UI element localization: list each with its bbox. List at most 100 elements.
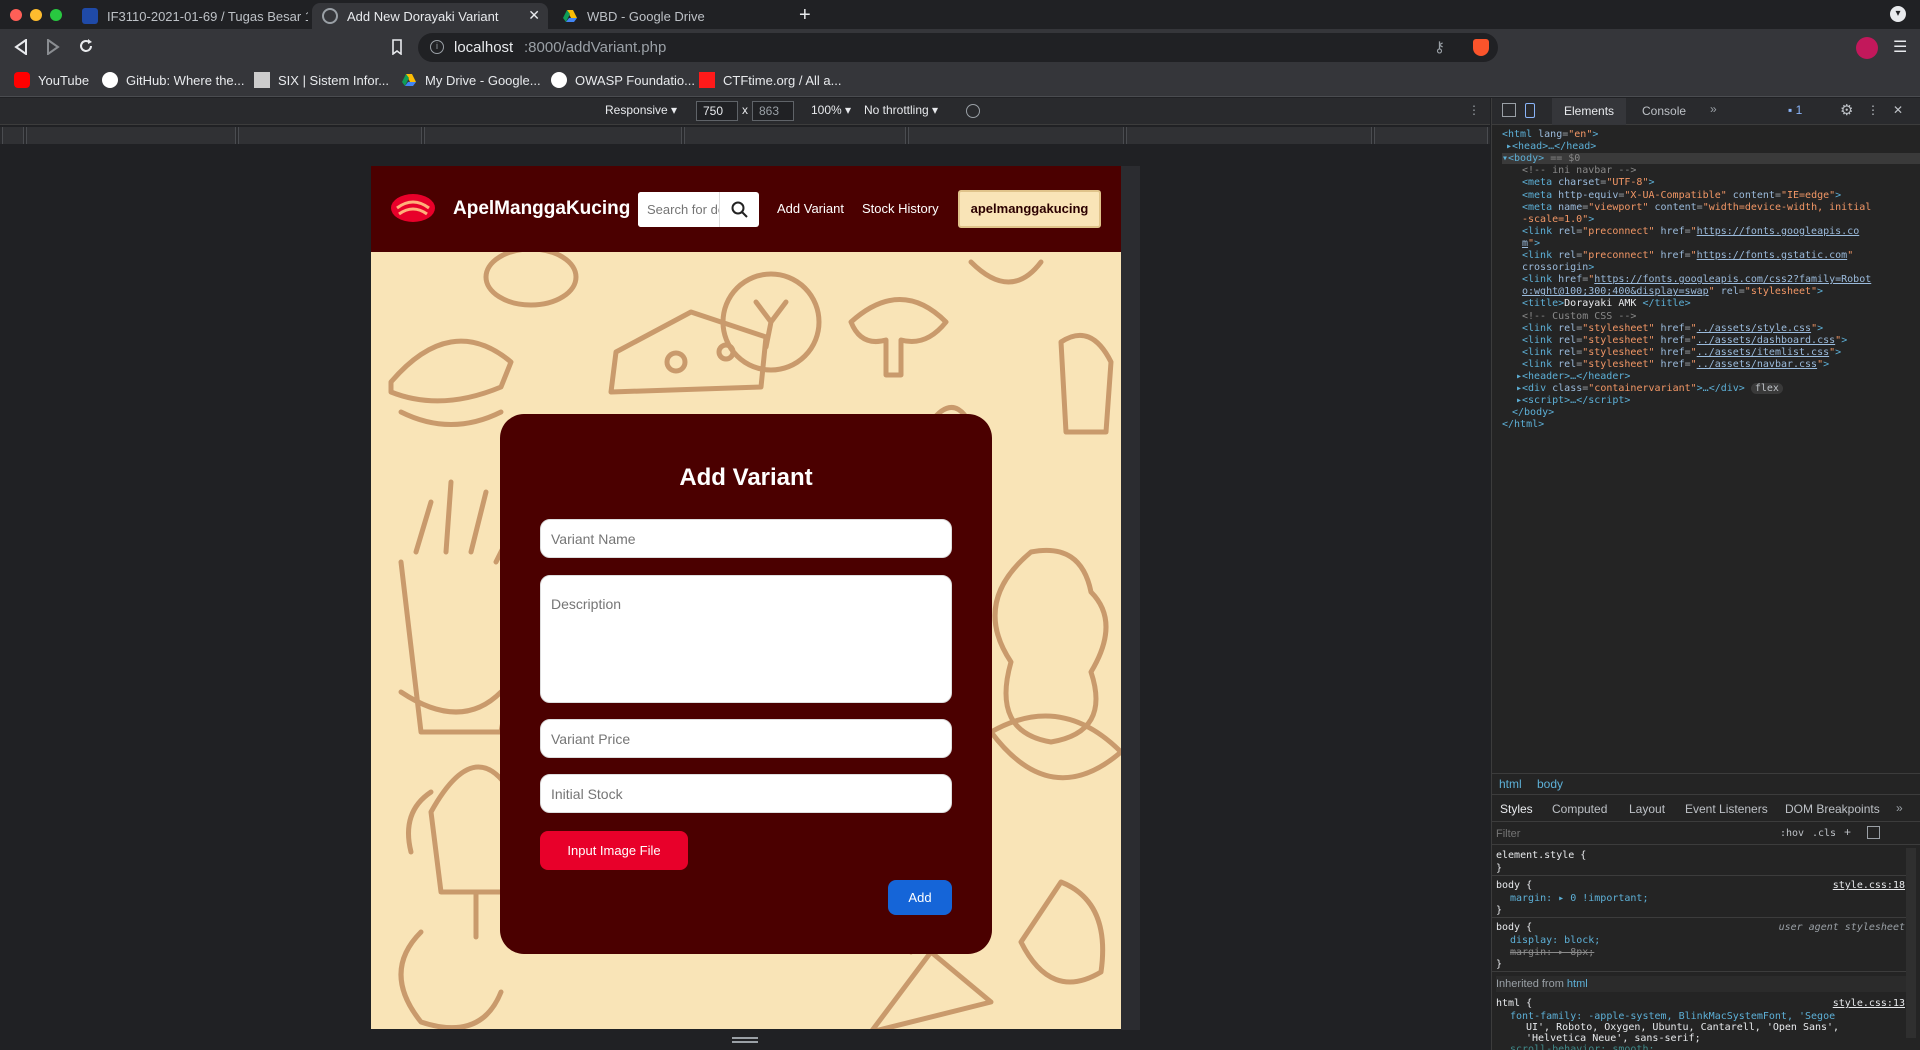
tab-layout[interactable]: Layout	[1629, 802, 1665, 816]
dom-node-line[interactable]: <meta name="viewport" content="width=dev…	[1522, 202, 1871, 213]
settings-gear-icon[interactable]: ⚙	[1840, 101, 1853, 119]
style-property[interactable]: 'Helvetica Neue', sans-serif;	[1526, 1033, 1701, 1044]
throttling-select[interactable]: No throttling ▾	[864, 103, 938, 117]
styles-scrollbar[interactable]	[1906, 848, 1916, 1038]
style-rule-close[interactable]: }	[1496, 959, 1502, 970]
tab-computed[interactable]: Computed	[1552, 802, 1607, 816]
resize-bottom-handle-icon[interactable]	[732, 1037, 758, 1043]
dom-node-line[interactable]: ▸<header>…</header>	[1516, 371, 1630, 382]
tab-console[interactable]: Console	[1642, 104, 1686, 118]
dom-node-line[interactable]: -scale=1.0">	[1522, 214, 1594, 225]
dom-node-line[interactable]: <link rel="preconnect" href="https://fon…	[1522, 226, 1859, 237]
bookmark-my-drive[interactable]: My Drive - Google...	[401, 72, 541, 88]
dom-tree[interactable]: <html lang="en"> ▸<head>…</head> ▾<body> =…	[1492, 129, 1920, 799]
style-rule-selector[interactable]: body {	[1496, 880, 1532, 891]
browser-tab-active[interactable]: Add New Dorayaki Variant ✕	[312, 3, 548, 29]
dom-node-line[interactable]: o:wght@100;300;400&display=swap" rel="st…	[1522, 286, 1823, 297]
dom-node-line[interactable]: <link rel="stylesheet" href="../assets/d…	[1522, 335, 1847, 346]
tab-event-listeners[interactable]: Event Listeners	[1685, 802, 1768, 816]
reload-icon[interactable]	[78, 38, 94, 54]
variant-price-input[interactable]: Variant Price	[540, 719, 952, 758]
dom-node-line[interactable]: </html>	[1502, 419, 1544, 430]
style-rule-source[interactable]: user agent stylesheet	[1779, 922, 1905, 933]
tab-search-icon[interactable]: ▾	[1890, 6, 1906, 22]
rotate-icon[interactable]	[966, 104, 980, 118]
window-maximize-icon[interactable]	[50, 9, 62, 21]
dom-node-line[interactable]: <!-- ini navbar -->	[1522, 165, 1636, 176]
window-minimize-icon[interactable]	[30, 9, 42, 21]
page-scrollbar-gutter[interactable]	[1121, 166, 1140, 1030]
bookmark-ctftime[interactable]: CTFtime.org / All a...	[699, 72, 841, 88]
style-rule-close[interactable]: }	[1496, 863, 1502, 874]
viewport-height-input[interactable]: 863	[752, 101, 794, 121]
profile-avatar-icon[interactable]	[1856, 37, 1878, 59]
cls-toggle[interactable]: .cls	[1812, 828, 1836, 839]
address-bar[interactable]: i localhost :8000/addVariant.php ⚷	[418, 33, 1498, 62]
initial-stock-input[interactable]: Initial Stock	[540, 774, 952, 813]
tab-dom-breakpoints[interactable]: DOM Breakpoints	[1785, 802, 1880, 816]
style-rule-selector[interactable]: html {	[1496, 998, 1532, 1009]
dom-node-line[interactable]: <link rel="stylesheet" href="../assets/i…	[1522, 347, 1841, 358]
dom-node-line[interactable]: ▸<head>…</head>	[1506, 141, 1596, 152]
device-more-icon[interactable]: ⋮	[1468, 103, 1480, 117]
style-rule-source[interactable]: style.css:18	[1833, 880, 1905, 891]
tab-elements[interactable]: Elements	[1552, 98, 1627, 125]
dom-node-line[interactable]: <link rel="stylesheet" href="../assets/n…	[1522, 359, 1829, 370]
dom-node-line[interactable]: ▸<div class="containervariant">…</div> f…	[1516, 383, 1783, 395]
window-close-icon[interactable]	[10, 9, 22, 21]
bookmark-github[interactable]: GitHub: Where the...	[102, 72, 245, 88]
device-toggle-icon[interactable]	[1525, 103, 1535, 118]
style-property[interactable]: font-family: -apple-system, BlinkMacSyst…	[1510, 1011, 1835, 1022]
inherited-element[interactable]: html	[1567, 978, 1588, 990]
breadcrumb-body[interactable]: body	[1537, 777, 1563, 791]
nav-stock-history[interactable]: Stock History	[862, 201, 939, 216]
forward-icon[interactable]	[46, 39, 60, 55]
bookmark-owasp[interactable]: OWASP Foundatio...	[551, 72, 695, 88]
style-property[interactable]: UI', Roboto, Oxygen, Ubuntu, Cantarell, …	[1526, 1022, 1839, 1033]
more-tabs-icon[interactable]: »	[1710, 102, 1717, 116]
style-rule-close[interactable]: }	[1496, 905, 1502, 916]
dom-node-line[interactable]: <title>Dorayaki AMK </title>	[1522, 298, 1691, 309]
device-mode-select[interactable]: Responsive ▾	[605, 103, 677, 117]
user-menu-button[interactable]: apelmanggakucing	[958, 190, 1101, 228]
browser-tab-gitlab[interactable]: IF3110-2021-01-69 / Tugas Besar 1	[72, 3, 308, 29]
tab-close-icon[interactable]: ✕	[528, 7, 540, 24]
tab-styles[interactable]: Styles	[1500, 802, 1533, 816]
add-button[interactable]: Add	[888, 880, 952, 915]
dom-node-line[interactable]: <meta http-equiv="X-UA-Compatible" conte…	[1522, 190, 1841, 201]
viewport-width-input[interactable]: 750	[696, 101, 738, 121]
style-rule-selector[interactable]: body {	[1496, 922, 1532, 933]
dom-node-line[interactable]: crossorigin>	[1522, 262, 1594, 273]
dom-node-line[interactable]: <link href="https://fonts.googleapis.com…	[1522, 274, 1871, 285]
variant-name-input[interactable]: Variant Name	[540, 519, 952, 558]
inspect-element-icon[interactable]	[1502, 103, 1516, 117]
app-brand[interactable]: ApelManggaKucing	[453, 198, 630, 220]
zoom-select[interactable]: 100% ▾	[811, 103, 851, 117]
dom-node-line[interactable]: </body>	[1512, 407, 1554, 418]
site-info-icon[interactable]: i	[430, 40, 444, 54]
dom-node-line[interactable]: <link rel="preconnect" href="https://fon…	[1522, 250, 1853, 261]
menu-icon[interactable]: ☰	[1893, 37, 1907, 57]
styles-filter-input[interactable]	[1496, 826, 1766, 842]
brave-shields-icon[interactable]	[1473, 39, 1489, 56]
style-rule-source[interactable]: style.css:13	[1833, 998, 1905, 1009]
dom-node-line[interactable]: m">	[1522, 238, 1540, 249]
dom-node-line[interactable]: <meta charset="UTF-8">	[1522, 177, 1655, 188]
nav-add-variant[interactable]: Add Variant	[777, 201, 844, 216]
bookmark-youtube[interactable]: YouTube	[14, 72, 89, 88]
breadcrumb-html[interactable]: html	[1499, 777, 1522, 791]
dom-node-selected[interactable]: ▾<body> == $0	[1502, 153, 1920, 165]
description-textarea[interactable]: Description	[540, 575, 952, 703]
sidebar-toggle-icon[interactable]	[1867, 826, 1880, 839]
style-property[interactable]: margin: ▸ 0 !important;	[1510, 893, 1648, 904]
back-icon[interactable]	[14, 39, 28, 55]
dom-node-line[interactable]: ▸<script>…</script>	[1516, 395, 1630, 406]
bookmark-six[interactable]: SIX | Sistem Infor...	[254, 72, 389, 88]
dom-node-line[interactable]: <html lang="en">	[1502, 129, 1598, 140]
dom-node-line[interactable]: <link rel="stylesheet" href="../assets/s…	[1522, 323, 1823, 334]
new-tab-icon[interactable]: +	[799, 4, 811, 27]
dom-node-line[interactable]: <!-- Custom CSS -->	[1522, 311, 1636, 322]
new-rule-icon[interactable]: +	[1844, 825, 1851, 839]
more-style-tabs-icon[interactable]: »	[1896, 801, 1903, 815]
devtools-close-icon[interactable]: ✕	[1893, 103, 1903, 117]
